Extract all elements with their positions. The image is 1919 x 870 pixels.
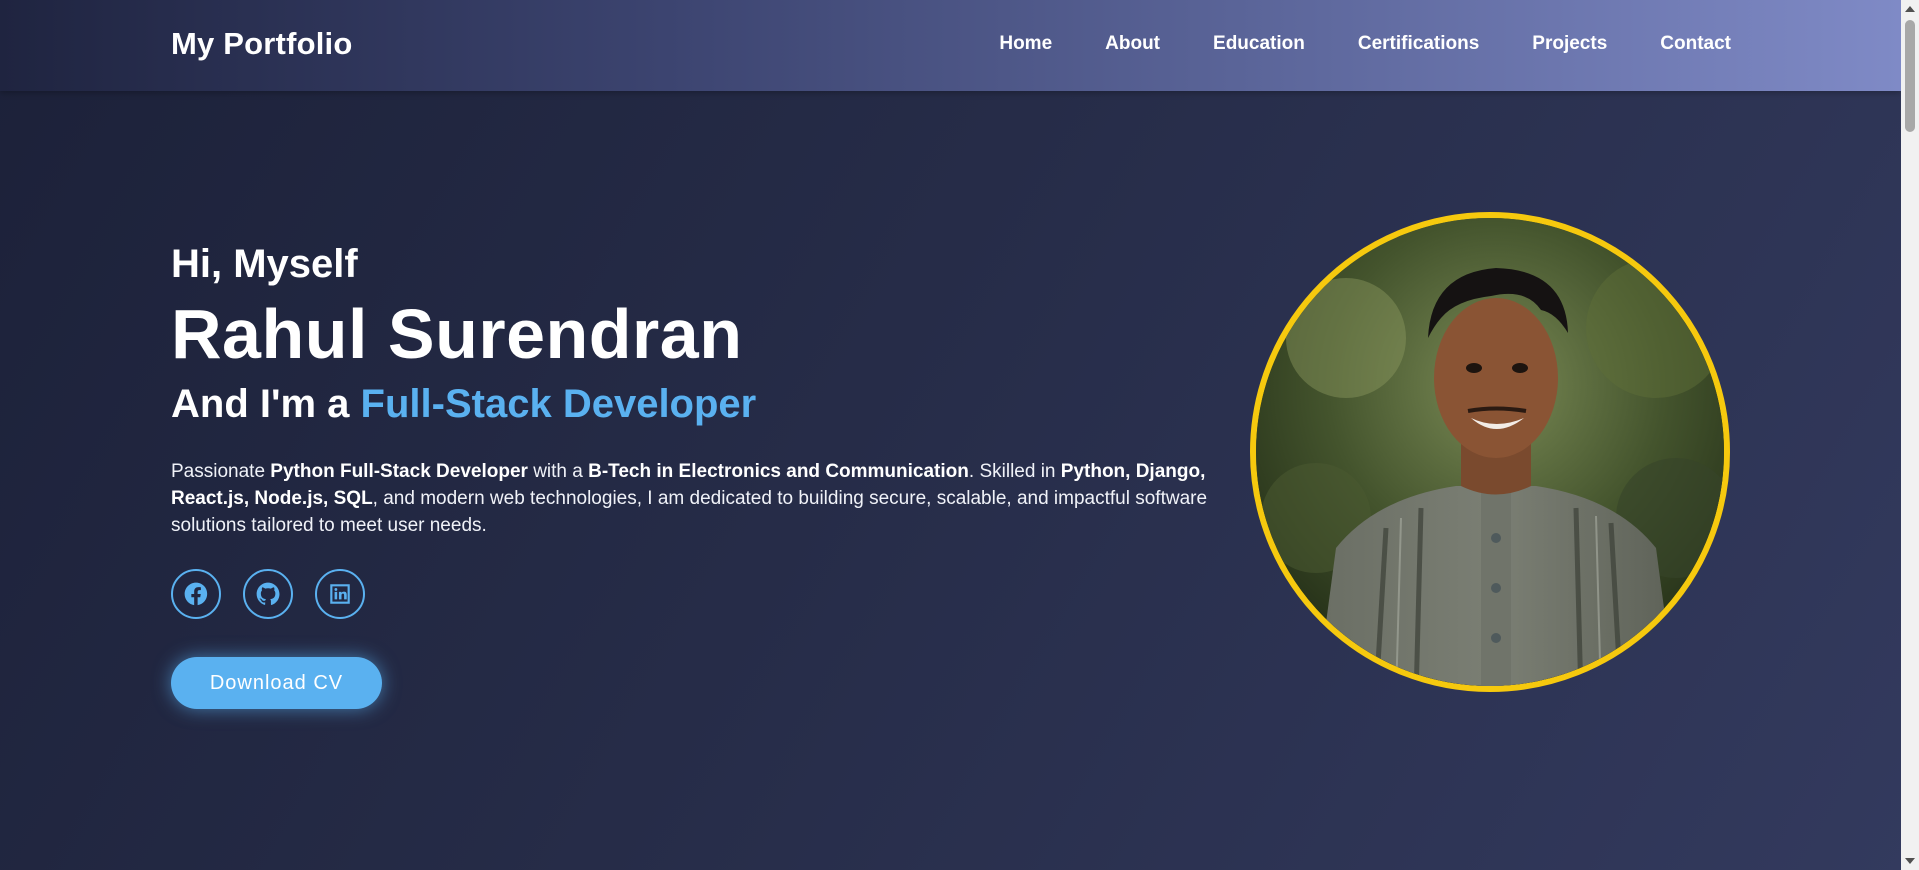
nav-link-about[interactable]: About	[1105, 33, 1160, 55]
nav-link-home[interactable]: Home	[999, 33, 1052, 55]
linkedin-icon	[330, 584, 350, 604]
bio-text-2: with a	[527, 461, 589, 482]
hero-bio: Passionate Python Full-Stack Developer w…	[171, 458, 1251, 539]
github-link[interactable]	[243, 569, 293, 619]
hero-section: Hi, Myself Rahul Surendran And I'm a Ful…	[171, 240, 1251, 709]
bio-text-1: Passionate	[171, 461, 271, 482]
bio-bold-role: Python Full-Stack Developer	[270, 461, 528, 482]
linkedin-link[interactable]	[315, 569, 365, 619]
social-links	[171, 569, 1251, 619]
facebook-icon	[184, 582, 208, 606]
hero-role: And I'm a Full-Stack Developer	[171, 380, 1251, 428]
download-cv-button[interactable]: Download CV	[171, 657, 382, 709]
role-highlight: Full-Stack Developer	[360, 382, 757, 426]
profile-photo-image	[1256, 218, 1724, 686]
nav-link-certifications[interactable]: Certifications	[1358, 33, 1479, 55]
profile-photo	[1250, 212, 1730, 692]
nav-links: Home About Education Certifications Proj…	[999, 33, 1731, 55]
page-scrollbar[interactable]	[1901, 0, 1919, 870]
role-prefix: And I'm a	[171, 382, 350, 426]
facebook-link[interactable]	[171, 569, 221, 619]
scroll-thumb[interactable]	[1905, 20, 1915, 132]
bio-bold-degree: B-Tech in Electronics and Communication	[588, 461, 969, 482]
scroll-up-arrow-icon[interactable]	[1905, 6, 1915, 12]
bio-text-3: . Skilled in	[968, 461, 1061, 482]
nav-link-education[interactable]: Education	[1213, 33, 1305, 55]
github-icon	[256, 582, 280, 605]
hero-greeting: Hi, Myself	[171, 242, 358, 286]
hero-name: Rahul Surendran	[171, 295, 743, 373]
nav-link-contact[interactable]: Contact	[1660, 33, 1731, 55]
scroll-down-arrow-icon[interactable]	[1905, 858, 1915, 864]
brand-logo[interactable]: My Portfolio	[171, 26, 353, 62]
navbar: My Portfolio Home About Education Certif…	[0, 0, 1901, 91]
nav-link-projects[interactable]: Projects	[1532, 33, 1607, 55]
